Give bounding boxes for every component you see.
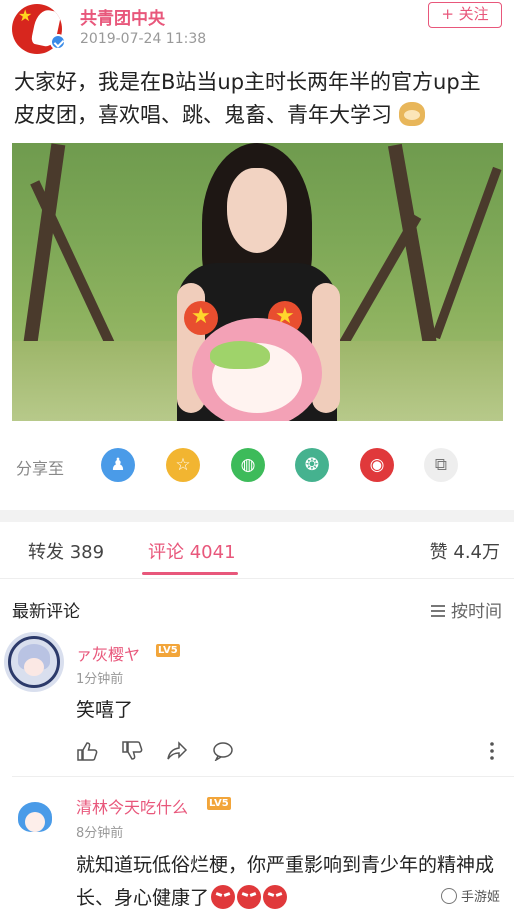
- post-text: 大家好，我是在B站当up主时长两年半的官方up主皮皮团，喜欢唱、跳、鬼畜、青年大…: [14, 66, 494, 132]
- watermark-logo-icon: [440, 888, 457, 904]
- avatar-face: [24, 658, 44, 676]
- verified-icon: [50, 34, 66, 50]
- share-qzone-button[interactable]: ☆: [166, 448, 200, 482]
- comment-divider: [12, 776, 514, 777]
- copy-link-icon: ⧉: [434, 455, 448, 475]
- star-icon: ★: [18, 6, 33, 25]
- share-label: 分享至: [16, 459, 65, 478]
- angry-emoji-icon: [211, 885, 236, 909]
- level-badge: LV5: [207, 797, 231, 810]
- person-face: [227, 168, 287, 253]
- post-header: ★ 共青团中央 2019-07-24 11:38 + 关注: [0, 0, 514, 58]
- doll-star-icon: ★: [184, 301, 218, 335]
- share-wechat-button[interactable]: ◍: [231, 448, 265, 482]
- doge-emoji-icon: [398, 102, 425, 126]
- comments-section-title: 最新评论: [12, 602, 80, 622]
- share-copy-button[interactable]: ⧉: [424, 448, 458, 482]
- tab-comments[interactable]: 评论 4041: [148, 538, 236, 564]
- share-icon[interactable]: [166, 741, 188, 761]
- comment-text: 笑嘻了: [76, 699, 134, 721]
- sort-by-time-button[interactable]: 按时间: [431, 597, 502, 622]
- weibo-icon: ◉: [369, 455, 385, 475]
- comment-time: 8分钟前: [76, 826, 124, 841]
- like-icon[interactable]: [76, 741, 98, 761]
- comment-text: 就知道玩低俗烂梗，你严重影响到青少年的精神成长、身心健康了: [76, 849, 506, 915]
- qq-icon: ♟: [110, 455, 126, 475]
- commenter-name[interactable]: ァ灰樱ヤ: [76, 641, 140, 665]
- commenter-name[interactable]: 清林今天吃什么: [76, 794, 188, 818]
- post-time: 2019-07-24 11:38: [80, 31, 207, 47]
- section-divider: [0, 510, 514, 522]
- commenter-avatar[interactable]: [16, 800, 54, 838]
- comment-time: 1分钟前: [76, 672, 124, 687]
- share-moments-button[interactable]: ❂: [295, 448, 329, 482]
- divider: [0, 578, 514, 579]
- qzone-star-icon: ☆: [175, 455, 191, 475]
- reply-icon[interactable]: [212, 741, 234, 761]
- share-qq-button[interactable]: ♟: [101, 448, 135, 482]
- post-video[interactable]: ★ ★: [12, 143, 503, 421]
- wechat-icon: ◍: [240, 455, 256, 475]
- level-badge: LV5: [156, 644, 180, 657]
- author-name[interactable]: 共青团中央: [80, 4, 165, 29]
- mascot-doll-hair: [210, 341, 270, 369]
- angry-emoji-icon: [263, 885, 288, 909]
- follow-button[interactable]: + 关注: [428, 2, 502, 28]
- tab-likes[interactable]: 赞 4.4万: [430, 538, 500, 564]
- share-weibo-button[interactable]: ◉: [360, 448, 394, 482]
- watermark: 手游姬: [440, 886, 500, 905]
- tab-repost[interactable]: 转发 389: [28, 538, 104, 564]
- watermark-text: 手游姬: [460, 890, 500, 905]
- tree: [431, 166, 502, 340]
- more-options-icon[interactable]: [481, 741, 503, 761]
- dislike-icon[interactable]: [121, 741, 143, 761]
- moments-icon: ❂: [304, 455, 320, 475]
- sort-label: 按时间: [451, 602, 502, 622]
- commenter-avatar[interactable]: [4, 632, 64, 692]
- tab-active-indicator: [142, 572, 238, 575]
- angry-emoji-icon: [237, 885, 262, 909]
- sort-icon: [431, 605, 445, 617]
- avatar-face: [25, 812, 45, 832]
